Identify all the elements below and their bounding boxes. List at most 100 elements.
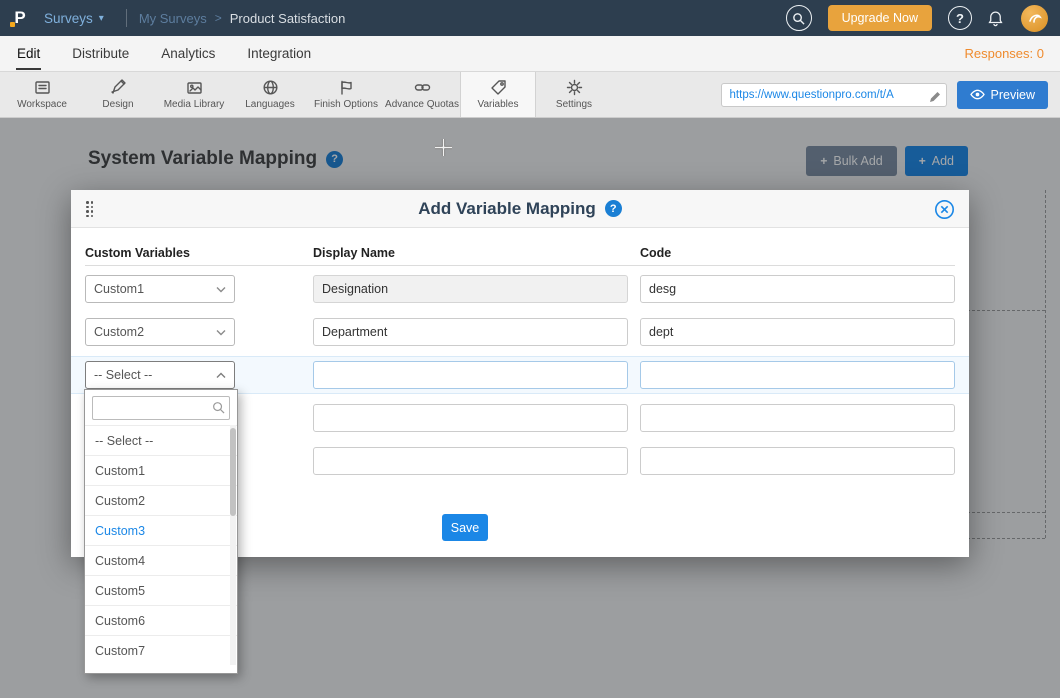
breadcrumb-current-survey: Product Satisfaction <box>230 11 346 26</box>
display-name-input[interactable] <box>313 404 628 432</box>
custom-variable-select[interactable]: Custom1 <box>85 275 235 303</box>
toolbar-item-label: Languages <box>245 99 295 110</box>
custom-variable-dropdown-panel: -- Select -- Custom1 Custom2 Custom3 Cus… <box>84 389 238 674</box>
select-value: Custom1 <box>94 282 144 296</box>
toolbar-item-label: Advance Quotas <box>385 99 459 110</box>
save-button[interactable]: Save <box>442 514 488 541</box>
toolbar-item-label: Media Library <box>164 99 225 110</box>
edit-url-pencil-icon[interactable] <box>929 89 941 107</box>
advance-quotas-icon <box>414 79 431 96</box>
column-code: Code <box>640 246 955 260</box>
select-value: Custom2 <box>94 325 144 339</box>
toolbar-item-label: Design <box>102 99 133 110</box>
search-icon <box>792 12 805 25</box>
chevron-down-icon <box>216 329 226 336</box>
toolbar-item-languages[interactable]: Languages <box>232 72 308 117</box>
scrollbar-track <box>230 425 236 665</box>
dropdown-options-list: -- Select -- Custom1 Custom2 Custom3 Cus… <box>85 425 237 665</box>
notifications-button[interactable] <box>986 9 1005 28</box>
dropdown-search-input[interactable] <box>92 396 230 420</box>
dropdown-option[interactable]: Custom4 <box>85 545 237 575</box>
divider <box>126 9 127 27</box>
toolbar-item-label: Variables <box>478 99 519 110</box>
toolbar-item-finish-options[interactable]: Finish Options <box>308 72 384 117</box>
custom-variable-select-open[interactable]: -- Select -- <box>85 361 235 389</box>
chevron-down-icon <box>216 286 226 293</box>
dropdown-option[interactable]: Custom5 <box>85 575 237 605</box>
tab-analytics[interactable]: Analytics <box>160 38 216 70</box>
survey-url-input[interactable]: https://www.questionpro.com/t/A <box>721 83 947 107</box>
toolbar-item-advance-quotas[interactable]: Advance Quotas <box>384 72 460 117</box>
chevron-up-icon <box>216 372 226 379</box>
toolbar-item-workspace[interactable]: Workspace <box>4 72 80 117</box>
modal-header: Add Variable Mapping ? <box>71 190 969 228</box>
code-input[interactable] <box>640 318 955 346</box>
breadcrumb-my-surveys[interactable]: My Surveys <box>139 11 207 26</box>
tab-distribute[interactable]: Distribute <box>71 38 130 70</box>
tab-edit[interactable]: Edit <box>16 38 41 70</box>
top-bar: P Surveys ▾ My Surveys > Product Satisfa… <box>0 0 1060 36</box>
languages-icon <box>262 79 279 96</box>
upgrade-now-button[interactable]: Upgrade Now <box>828 5 932 31</box>
scrollbar-thumb[interactable] <box>230 428 236 516</box>
search-icon <box>212 401 225 414</box>
toolbar-item-design[interactable]: Design <box>80 72 156 117</box>
display-name-input[interactable] <box>313 275 628 303</box>
tab-integration[interactable]: Integration <box>246 38 312 70</box>
mapping-row: Custom2 <box>85 318 955 346</box>
code-input[interactable] <box>640 361 955 389</box>
column-headers: Custom Variables Display Name Code <box>85 240 955 266</box>
design-icon <box>110 79 127 96</box>
chevron-down-icon: ▾ <box>99 13 104 24</box>
questionpro-logo: P <box>12 8 28 28</box>
help-button[interactable]: ? <box>948 6 972 30</box>
avatar[interactable] <box>1021 5 1048 32</box>
custom-variable-select[interactable]: Custom2 <box>85 318 235 346</box>
preview-button[interactable]: Preview <box>957 81 1048 109</box>
survey-url-text: https://www.questionpro.com/t/A <box>730 89 894 101</box>
toolbar-item-label: Finish Options <box>314 99 378 110</box>
app-window: P Surveys ▾ My Surveys > Product Satisfa… <box>0 0 1060 698</box>
edit-toolbar: Workspace Design Media Library Languages… <box>0 72 1060 118</box>
responses-count[interactable]: Responses: 0 <box>965 46 1045 61</box>
bell-icon <box>986 9 1005 28</box>
mapping-row: Custom1 <box>85 275 955 303</box>
code-input[interactable] <box>640 447 955 475</box>
dropdown-option[interactable]: Custom7 <box>85 635 237 665</box>
surveys-dropdown[interactable]: Surveys ▾ <box>42 11 114 26</box>
toolbar-item-media-library[interactable]: Media Library <box>156 72 232 117</box>
breadcrumb-separator: > <box>215 11 222 25</box>
finish-options-icon <box>338 79 355 96</box>
modal-help-icon[interactable]: ? <box>605 200 622 217</box>
modal-title: Add Variable Mapping <box>418 199 596 219</box>
dropdown-option[interactable]: -- Select -- <box>85 425 237 455</box>
search-button[interactable] <box>786 5 812 31</box>
dropdown-option[interactable]: Custom2 <box>85 485 237 515</box>
toolbar-item-label: Workspace <box>17 99 67 110</box>
dropdown-option[interactable]: Custom1 <box>85 455 237 485</box>
close-button[interactable] <box>934 199 955 220</box>
variables-icon <box>490 79 507 96</box>
nav-bar: Edit Distribute Analytics Integration Re… <box>0 36 1060 72</box>
column-custom-variables: Custom Variables <box>85 246 313 260</box>
settings-gear-icon <box>566 79 583 96</box>
close-icon <box>934 199 955 220</box>
avatar-doodle-icon <box>1027 10 1043 26</box>
code-input[interactable] <box>640 275 955 303</box>
surveys-label: Surveys <box>44 11 93 26</box>
display-name-input[interactable] <box>313 447 628 475</box>
display-name-input[interactable] <box>313 361 628 389</box>
workspace-icon <box>34 79 51 96</box>
select-value: -- Select -- <box>94 368 152 382</box>
mapping-row-active: -- Select -- <box>71 361 969 389</box>
toolbar-item-settings[interactable]: Settings <box>536 72 612 117</box>
toolbar-item-label: Settings <box>556 99 592 110</box>
display-name-input[interactable] <box>313 318 628 346</box>
dropdown-option-highlighted[interactable]: Custom3 <box>85 515 237 545</box>
eye-icon <box>970 88 985 101</box>
code-input[interactable] <box>640 404 955 432</box>
drag-handle-icon[interactable] <box>86 201 94 218</box>
preview-label: Preview <box>991 88 1035 102</box>
dropdown-option[interactable]: Custom6 <box>85 605 237 635</box>
toolbar-item-variables[interactable]: Variables <box>460 72 536 117</box>
